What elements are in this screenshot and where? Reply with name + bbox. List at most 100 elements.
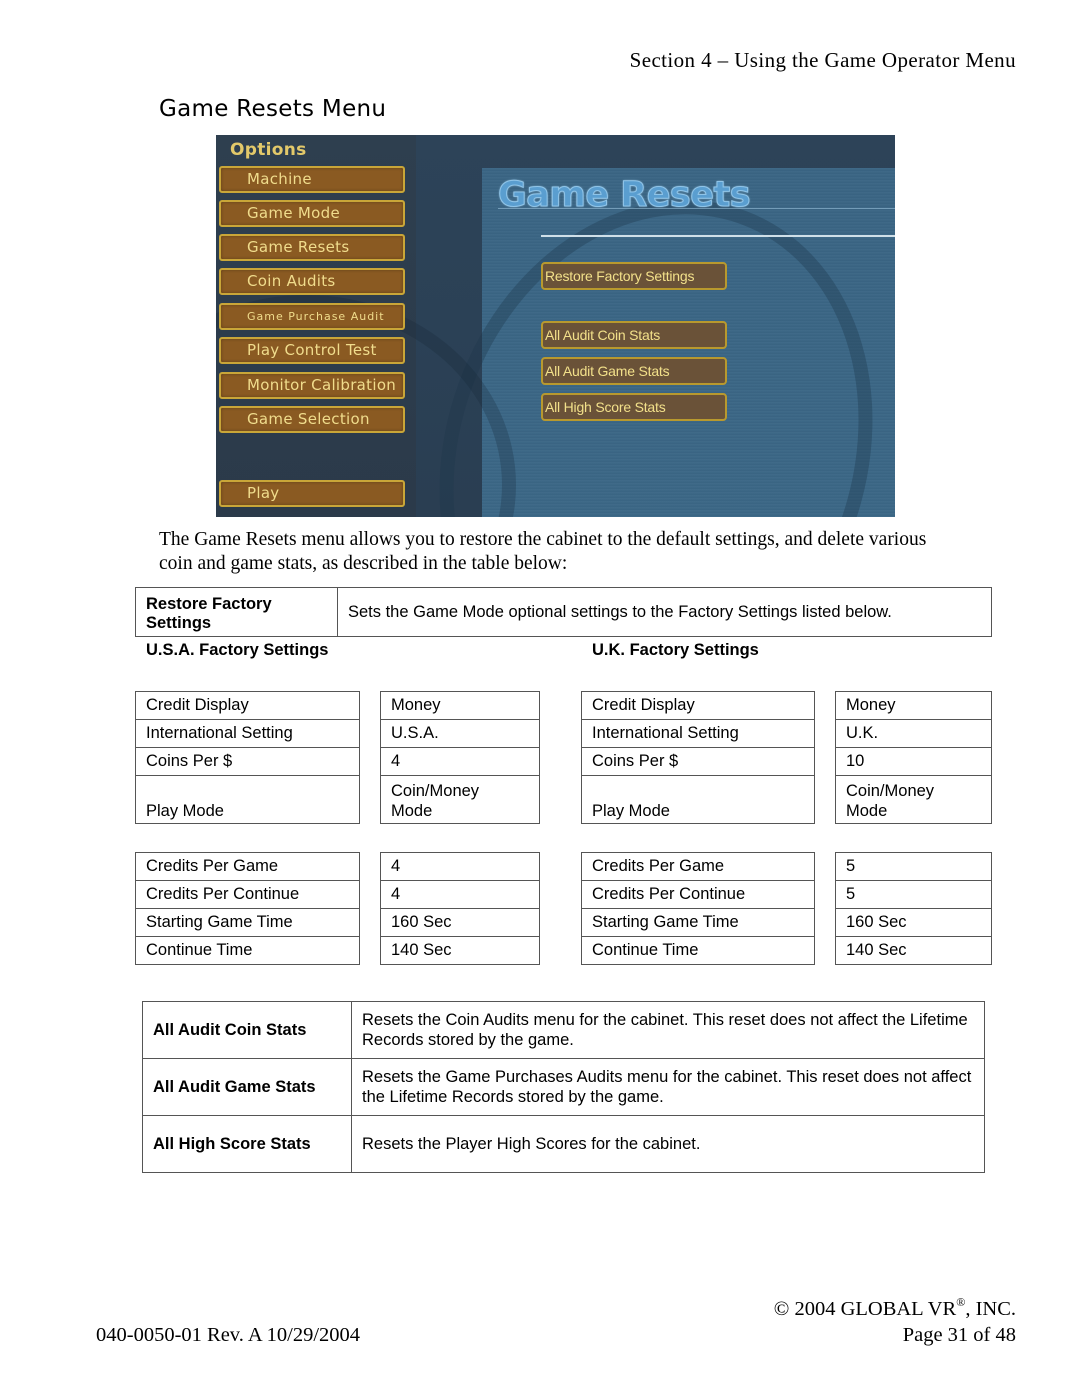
setting-name: International Setting <box>581 719 815 748</box>
setting-name: Credits Per Continue <box>135 880 360 909</box>
restore-factory-table: Restore Factory Settings Sets the Game M… <box>135 587 992 637</box>
usa-settings-heading: U.S.A. Factory Settings <box>146 641 329 659</box>
setting-name: Credit Display <box>581 691 815 720</box>
table-row: Starting Game Time <box>581 908 815 937</box>
table-row: International Setting <box>581 719 815 748</box>
table-row: Play Mode <box>581 775 815 824</box>
all-audit-coin-stats-button[interactable]: All Audit Coin Stats <box>541 321 727 349</box>
uk-settings-values-2: 5 5 160 Sec 140 Sec <box>835 852 992 965</box>
setting-value: 4 <box>380 747 540 776</box>
table-row: Credit Display <box>581 691 815 720</box>
menu-item-play[interactable]: Play <box>219 480 405 507</box>
stats-reset-table: All Audit Coin Stats Resets the Coin Aud… <box>142 1001 985 1173</box>
uk-settings-names-2: Credits Per Game Credits Per Continue St… <box>581 852 815 965</box>
setting-name: Play Mode <box>135 775 360 824</box>
setting-value: 5 <box>835 852 992 881</box>
table-row: Coins Per $ <box>581 747 815 776</box>
setting-value: 140 Sec <box>835 936 992 965</box>
table-row: 5 <box>835 880 992 909</box>
copyright-suffix: , INC. <box>965 1298 1016 1320</box>
setting-name: Credits Per Continue <box>581 880 815 909</box>
usa-settings-names-1: Credit Display International Setting Coi… <box>135 691 360 824</box>
table-row: Money <box>835 691 992 720</box>
table-row: 4 <box>380 747 540 776</box>
setting-value: U.K. <box>835 719 992 748</box>
table-row: 4 <box>380 852 540 881</box>
setting-value: 4 <box>380 852 540 881</box>
copyright-text: © 2004 GLOBAL VR <box>773 1298 957 1320</box>
table-row: U.K. <box>835 719 992 748</box>
setting-name: Starting Game Time <box>581 908 815 937</box>
menu-item-game-resets[interactable]: Game Resets <box>219 234 405 261</box>
restore-label: Restore Factory Settings <box>135 587 338 637</box>
registered-mark: ® <box>956 1295 966 1309</box>
screen-title: Game Resets <box>497 175 751 216</box>
table-row: U.S.A. <box>380 719 540 748</box>
setting-value: Money <box>380 691 540 720</box>
setting-value: Coin/Money Mode <box>835 775 992 824</box>
setting-value: U.S.A. <box>380 719 540 748</box>
setting-value: Coin/Money Mode <box>380 775 540 824</box>
menu-item-game-mode[interactable]: Game Mode <box>219 200 405 227</box>
setting-name: Credits Per Game <box>581 852 815 881</box>
table-row: Coin/Money Mode <box>380 775 540 824</box>
setting-value: 140 Sec <box>380 936 540 965</box>
uk-settings-values-1: Money U.K. 10 Coin/Money Mode <box>835 691 992 824</box>
setting-value: 10 <box>835 747 992 776</box>
table-row: Continue Time <box>581 936 815 965</box>
table-row: Credits Per Game <box>581 852 815 881</box>
menu-item-play-control-test[interactable]: Play Control Test <box>219 337 405 364</box>
all-audit-game-stats-button[interactable]: All Audit Game Stats <box>541 357 727 385</box>
game-resets-screenshot: Options Machine Game Mode Game Resets Co… <box>216 135 895 517</box>
document-id: 040-0050-01 Rev. A 10/29/2004 <box>96 1324 361 1346</box>
page-title: Game Resets Menu <box>159 96 387 122</box>
options-title: Options <box>230 140 307 160</box>
table-row: International Setting <box>135 719 360 748</box>
setting-value: 160 Sec <box>835 908 992 937</box>
setting-value: 4 <box>380 880 540 909</box>
setting-name: Play Mode <box>581 775 815 824</box>
table-row: 160 Sec <box>835 908 992 937</box>
menu-item-coin-audits[interactable]: Coin Audits <box>219 268 405 295</box>
stat-description: Resets the Game Purchases Audits menu fo… <box>351 1058 985 1116</box>
setting-name: Coins Per $ <box>581 747 815 776</box>
table-row: All High Score Stats Resets the Player H… <box>142 1115 985 1173</box>
table-row: Credits Per Game <box>135 852 360 881</box>
setting-name: Continue Time <box>581 936 815 965</box>
table-row: Coins Per $ <box>135 747 360 776</box>
stat-description: Resets the Player High Scores for the ca… <box>351 1115 985 1173</box>
setting-name: Credit Display <box>135 691 360 720</box>
page-number: Page 31 of 48 <box>902 1324 1016 1346</box>
table-row: Starting Game Time <box>135 908 360 937</box>
table-row: Coin/Money Mode <box>835 775 992 824</box>
usa-settings-values-2: 4 4 160 Sec 140 Sec <box>380 852 540 965</box>
stat-description: Resets the Coin Audits menu for the cabi… <box>351 1001 985 1059</box>
table-row: 140 Sec <box>380 936 540 965</box>
table-row: 4 <box>380 880 540 909</box>
table-row: Play Mode <box>135 775 360 824</box>
menu-item-machine[interactable]: Machine <box>219 166 405 193</box>
setting-name: Credits Per Game <box>135 852 360 881</box>
setting-value: 160 Sec <box>380 908 540 937</box>
table-row: Continue Time <box>135 936 360 965</box>
title-underline <box>498 208 895 209</box>
table-row: All Audit Game Stats Resets the Game Pur… <box>142 1058 985 1116</box>
restore-factory-settings-button[interactable]: Restore Factory Settings <box>541 262 727 290</box>
all-high-score-stats-button[interactable]: All High Score Stats <box>541 393 727 421</box>
table-row: All Audit Coin Stats Resets the Coin Aud… <box>142 1001 985 1059</box>
table-row: Credits Per Continue <box>581 880 815 909</box>
table-row: 10 <box>835 747 992 776</box>
setting-name: Continue Time <box>135 936 360 965</box>
table-row: 140 Sec <box>835 936 992 965</box>
copyright: © 2004 GLOBAL VR®, INC. <box>774 1295 1016 1321</box>
stat-label: All High Score Stats <box>142 1115 352 1173</box>
setting-name: Starting Game Time <box>135 908 360 937</box>
table-row: 5 <box>835 852 992 881</box>
divider-line <box>541 235 895 237</box>
stat-label: All Audit Coin Stats <box>142 1001 352 1059</box>
menu-item-game-selection[interactable]: Game Selection <box>219 406 405 433</box>
table-row: 160 Sec <box>380 908 540 937</box>
menu-item-game-purchase-audit[interactable]: Game Purchase Audit <box>219 303 405 330</box>
menu-item-monitor-calibration[interactable]: Monitor Calibration <box>219 372 405 399</box>
table-row: Credits Per Continue <box>135 880 360 909</box>
